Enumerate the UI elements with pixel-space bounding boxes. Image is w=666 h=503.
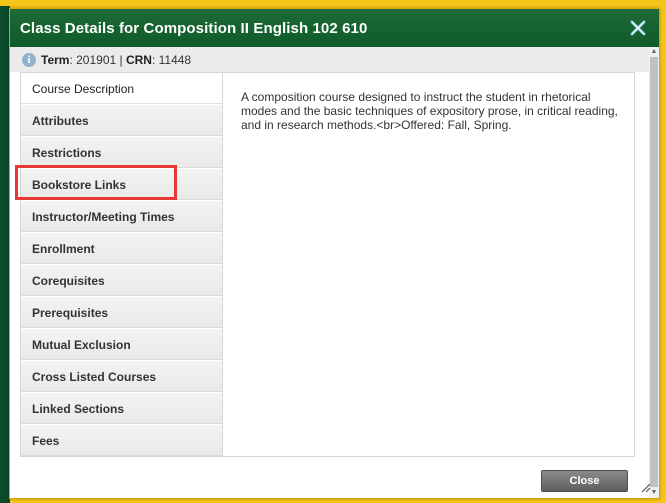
scroll-thumb[interactable] [650,57,658,487]
tab-corequisites[interactable]: Corequisites [21,265,222,296]
course-description-text: A composition course designed to instruc… [241,90,618,132]
term-crn-text: Term: 201901 | CRN: 11448 [41,53,191,67]
crn-label: CRN [125,53,152,67]
close-button[interactable]: Close [541,470,628,492]
term-label: Term [41,53,70,67]
tab-prerequisites[interactable]: Prerequisites [21,297,222,328]
tab-linked-sections[interactable]: Linked Sections [21,393,222,424]
dialog-title: Class Details for Composition II English… [20,20,368,37]
close-x-icon[interactable] [629,19,647,37]
tab-cross-listed-courses[interactable]: Cross Listed Courses [21,361,222,392]
tab-course-description[interactable]: Course Description [21,73,222,104]
tab-enrollment[interactable]: Enrollment [21,233,222,264]
details-content: Course Description Attributes Restrictio… [20,72,635,457]
resize-grip-icon[interactable] [639,481,651,493]
tab-attributes[interactable]: Attributes [21,105,222,136]
tab-mutual-exclusion[interactable]: Mutual Exclusion [21,329,222,360]
info-icon: i [22,53,36,67]
tab-fees[interactable]: Fees [21,425,222,456]
background-top-strip [0,0,666,6]
class-details-dialog: Class Details for Composition II English… [9,8,660,499]
dialog-titlebar[interactable]: Class Details for Composition II English… [10,9,659,47]
dialog-scrollbar[interactable]: ▲ ▼ [649,47,659,498]
scroll-up-arrow-icon[interactable]: ▲ [649,47,659,57]
tab-restrictions[interactable]: Restrictions [21,137,222,168]
tab-instructor-meeting-times[interactable]: Instructor/Meeting Times [21,201,222,232]
details-tab-list: Course Description Attributes Restrictio… [21,73,223,456]
tab-bookstore-links[interactable]: Bookstore Links [21,169,222,200]
crn-value: : 11448 [151,53,192,67]
term-value: : 201901 | [69,53,126,67]
term-info-bar: i Term: 201901 | CRN: 11448 [10,47,659,72]
